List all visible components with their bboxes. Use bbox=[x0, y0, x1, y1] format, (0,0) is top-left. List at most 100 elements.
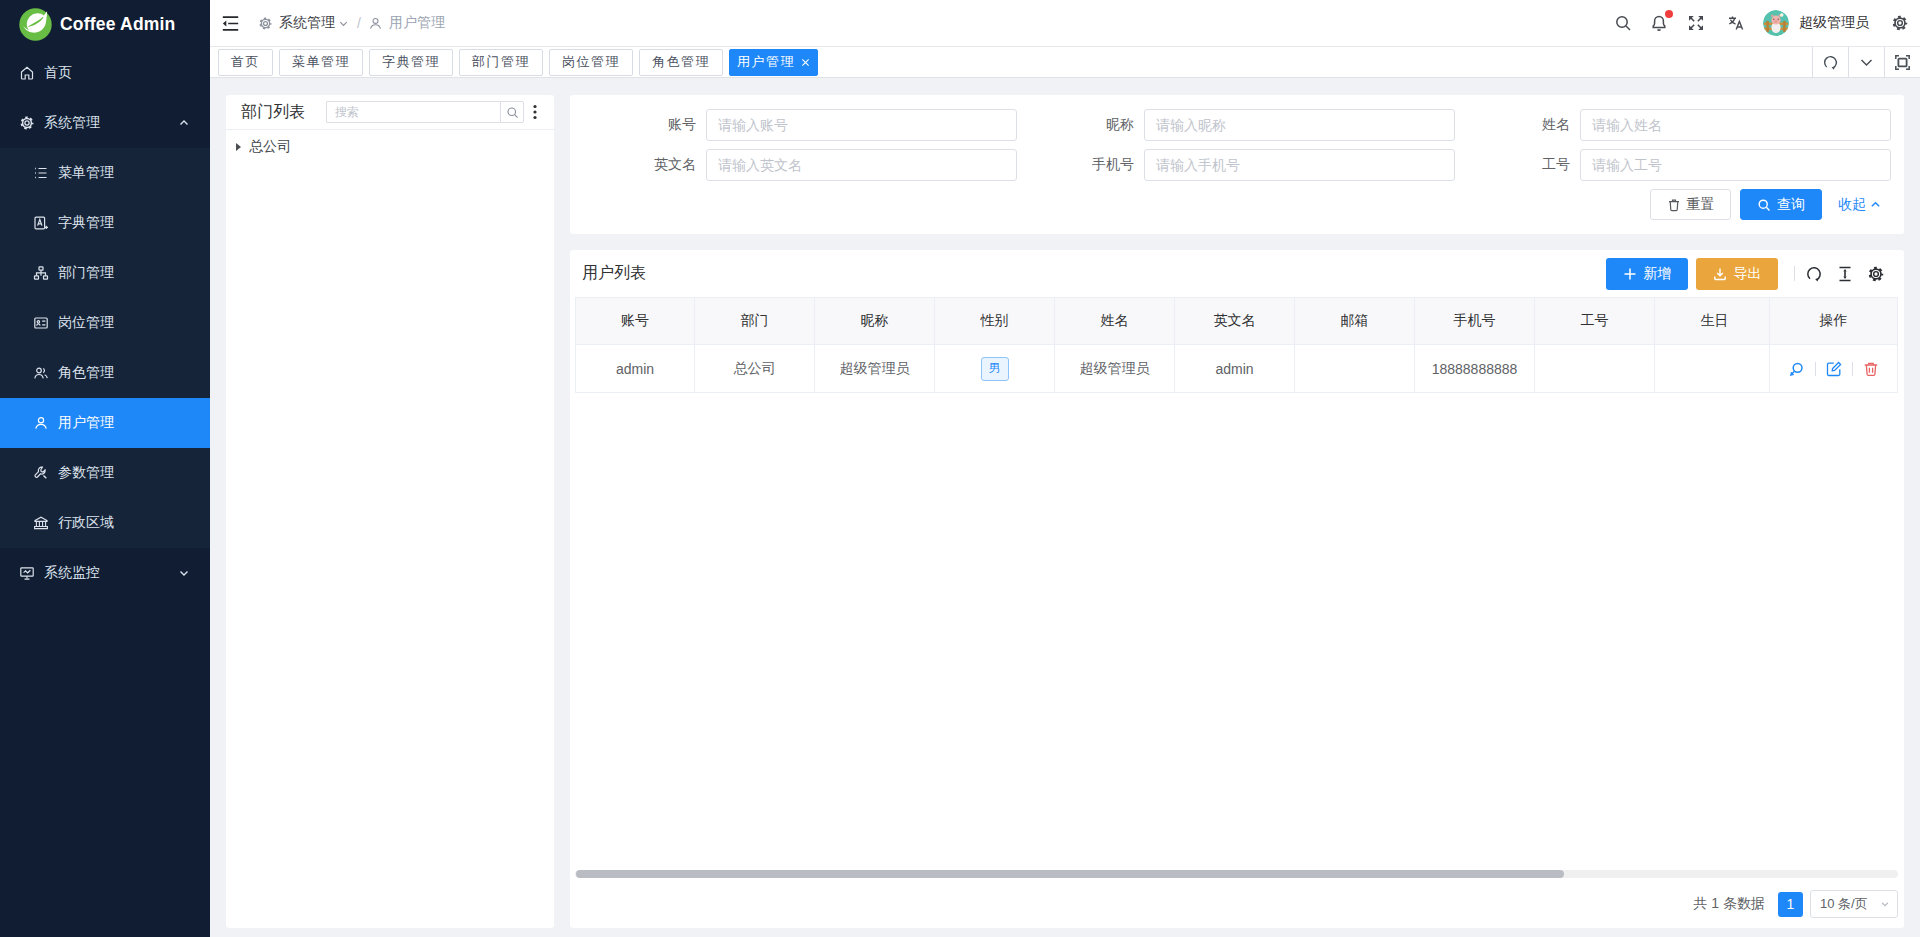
column-header-account[interactable]: 账号 bbox=[575, 297, 695, 345]
department-search-button[interactable] bbox=[500, 101, 524, 123]
sidebar-item-system-management[interactable]: 系统管理 bbox=[0, 98, 210, 148]
query-button[interactable]: 查询 bbox=[1740, 189, 1822, 220]
tab-home[interactable]: 首页 bbox=[218, 49, 273, 76]
search-icon[interactable] bbox=[1614, 14, 1632, 32]
english-name-input[interactable] bbox=[706, 149, 1017, 181]
caret-right-icon[interactable] bbox=[236, 143, 241, 151]
chevron-down-icon bbox=[1858, 54, 1875, 71]
column-header-gender[interactable]: 性别 bbox=[935, 297, 1055, 345]
tab-post-management[interactable]: 岗位管理 bbox=[549, 49, 633, 76]
column-header-phone[interactable]: 手机号 bbox=[1415, 297, 1535, 345]
cell-operations bbox=[1769, 345, 1898, 393]
column-header-email[interactable]: 邮箱 bbox=[1295, 297, 1415, 345]
delete-icon[interactable] bbox=[1863, 361, 1879, 377]
chevron-up-icon bbox=[178, 117, 190, 129]
column-header-english-name[interactable]: 英文名 bbox=[1175, 297, 1295, 345]
trash-icon bbox=[1667, 198, 1681, 212]
export-button[interactable]: 导出 bbox=[1696, 258, 1778, 290]
breadcrumb-parent[interactable]: 系统管理 bbox=[279, 14, 335, 32]
tab-user-management[interactable]: 用户管理 bbox=[729, 49, 818, 76]
sidebar-item-parameter-management[interactable]: 参数管理 bbox=[0, 448, 210, 498]
cell-nickname: 超级管理员 bbox=[815, 345, 935, 393]
list-icon bbox=[33, 165, 49, 181]
column-header-operations[interactable]: 操作 bbox=[1769, 297, 1898, 345]
sidebar-item-administrative-region[interactable]: 行政区域 bbox=[0, 498, 210, 548]
translate-icon[interactable] bbox=[1727, 14, 1745, 32]
kebab-menu-icon[interactable] bbox=[531, 104, 539, 120]
reset-button[interactable]: 重置 bbox=[1650, 189, 1731, 220]
cell-name: 超级管理员 bbox=[1055, 345, 1175, 393]
sidebar-item-role-management[interactable]: 角色管理 bbox=[0, 348, 210, 398]
maximize-icon bbox=[1894, 54, 1911, 71]
tab-actions-dropdown[interactable] bbox=[1848, 47, 1884, 77]
department-search-group bbox=[326, 101, 524, 123]
sidebar-item-department-management[interactable]: 部门管理 bbox=[0, 248, 210, 298]
user-icon bbox=[33, 415, 49, 431]
search-icon bbox=[1757, 198, 1771, 212]
notifications-button[interactable] bbox=[1650, 14, 1668, 32]
sidebar-item-post-management[interactable]: 岗位管理 bbox=[0, 298, 210, 348]
add-button[interactable]: 新增 bbox=[1606, 258, 1688, 290]
gear-icon[interactable] bbox=[1867, 265, 1885, 283]
tab-role-management[interactable]: 角色管理 bbox=[639, 49, 723, 76]
horizontal-scrollbar[interactable] bbox=[575, 870, 1898, 878]
collapse-form-link[interactable]: 收起 bbox=[1838, 196, 1881, 214]
cell-department: 总公司 bbox=[695, 345, 815, 393]
department-tree: 总公司 bbox=[226, 130, 554, 161]
phone-input[interactable] bbox=[1144, 149, 1455, 181]
operations-column: 操作 bbox=[1769, 297, 1898, 393]
action-divider bbox=[1815, 362, 1816, 376]
refresh-icon[interactable] bbox=[1805, 265, 1823, 283]
cell-email bbox=[1295, 345, 1415, 393]
page-size-select[interactable]: 10 条/页 bbox=[1810, 890, 1898, 918]
tab-department-management[interactable]: 部门管理 bbox=[459, 49, 543, 76]
content-area: 部门列表 总公司 bbox=[210, 78, 1920, 937]
sidebar-item-dictionary-management[interactable]: 字典管理 bbox=[0, 198, 210, 248]
tab-dictionary-management[interactable]: 字典管理 bbox=[369, 49, 453, 76]
refresh-icon bbox=[1822, 54, 1839, 71]
name-input[interactable] bbox=[1580, 109, 1891, 141]
column-header-job-number[interactable]: 工号 bbox=[1535, 297, 1655, 345]
search-row-1: 账号 昵称 姓名 bbox=[570, 109, 1890, 141]
page-button-1[interactable]: 1 bbox=[1778, 892, 1803, 917]
app-logo: Coffee Admin bbox=[0, 0, 210, 48]
cell-job-number bbox=[1535, 345, 1655, 393]
scrollbar-thumb[interactable] bbox=[576, 870, 1564, 878]
cell-phone: 18888888888 bbox=[1415, 345, 1535, 393]
sidebar-item-menu-management[interactable]: 菜单管理 bbox=[0, 148, 210, 198]
settings-icon[interactable] bbox=[1891, 14, 1909, 32]
action-divider bbox=[1852, 362, 1853, 376]
maximize-content-button[interactable] bbox=[1884, 47, 1920, 77]
column-header-nickname[interactable]: 昵称 bbox=[815, 297, 935, 345]
sidebar-item-system-monitoring[interactable]: 系统监控 bbox=[0, 548, 210, 598]
department-search-input[interactable] bbox=[326, 101, 500, 123]
column-header-birthday[interactable]: 生日 bbox=[1655, 297, 1775, 345]
top-bar-left: 系统管理 / 用户管理 bbox=[222, 14, 445, 32]
view-icon[interactable] bbox=[1789, 361, 1805, 377]
account-input[interactable] bbox=[706, 109, 1017, 141]
column-header-name[interactable]: 姓名 bbox=[1055, 297, 1175, 345]
job-number-input[interactable] bbox=[1580, 149, 1891, 181]
fullscreen-icon[interactable] bbox=[1687, 14, 1705, 32]
table-row[interactable]: admin 总公司 超级管理员 男 超级管理员 admin 1888888888… bbox=[575, 345, 1898, 393]
avatar[interactable] bbox=[1763, 10, 1789, 36]
gender-tag: 男 bbox=[981, 357, 1009, 381]
close-icon[interactable] bbox=[801, 58, 810, 67]
department-panel-header: 部门列表 bbox=[226, 95, 554, 130]
right-column: 账号 昵称 姓名 英文名 bbox=[570, 95, 1904, 928]
tab-menu-management[interactable]: 菜单管理 bbox=[279, 49, 363, 76]
sidebar-item-home[interactable]: 首页 bbox=[0, 48, 210, 98]
row-height-icon[interactable] bbox=[1836, 265, 1854, 283]
dictionary-icon bbox=[33, 215, 49, 231]
sidebar-submenu-system: 菜单管理 字典管理 部门管理 岗位管理 角色管理 用户管理 bbox=[0, 148, 210, 548]
user-table-title: 用户列表 bbox=[582, 263, 646, 284]
nickname-input[interactable] bbox=[1144, 109, 1455, 141]
edit-icon[interactable] bbox=[1826, 361, 1842, 377]
user-name[interactable]: 超级管理员 bbox=[1799, 14, 1869, 32]
tree-node-company[interactable]: 总公司 bbox=[236, 133, 554, 161]
refresh-page-button[interactable] bbox=[1812, 47, 1848, 77]
sidebar-item-user-management[interactable]: 用户管理 bbox=[0, 398, 210, 448]
column-header-department[interactable]: 部门 bbox=[695, 297, 815, 345]
collapse-sidebar-icon[interactable] bbox=[222, 16, 239, 31]
roles-icon bbox=[33, 365, 49, 381]
